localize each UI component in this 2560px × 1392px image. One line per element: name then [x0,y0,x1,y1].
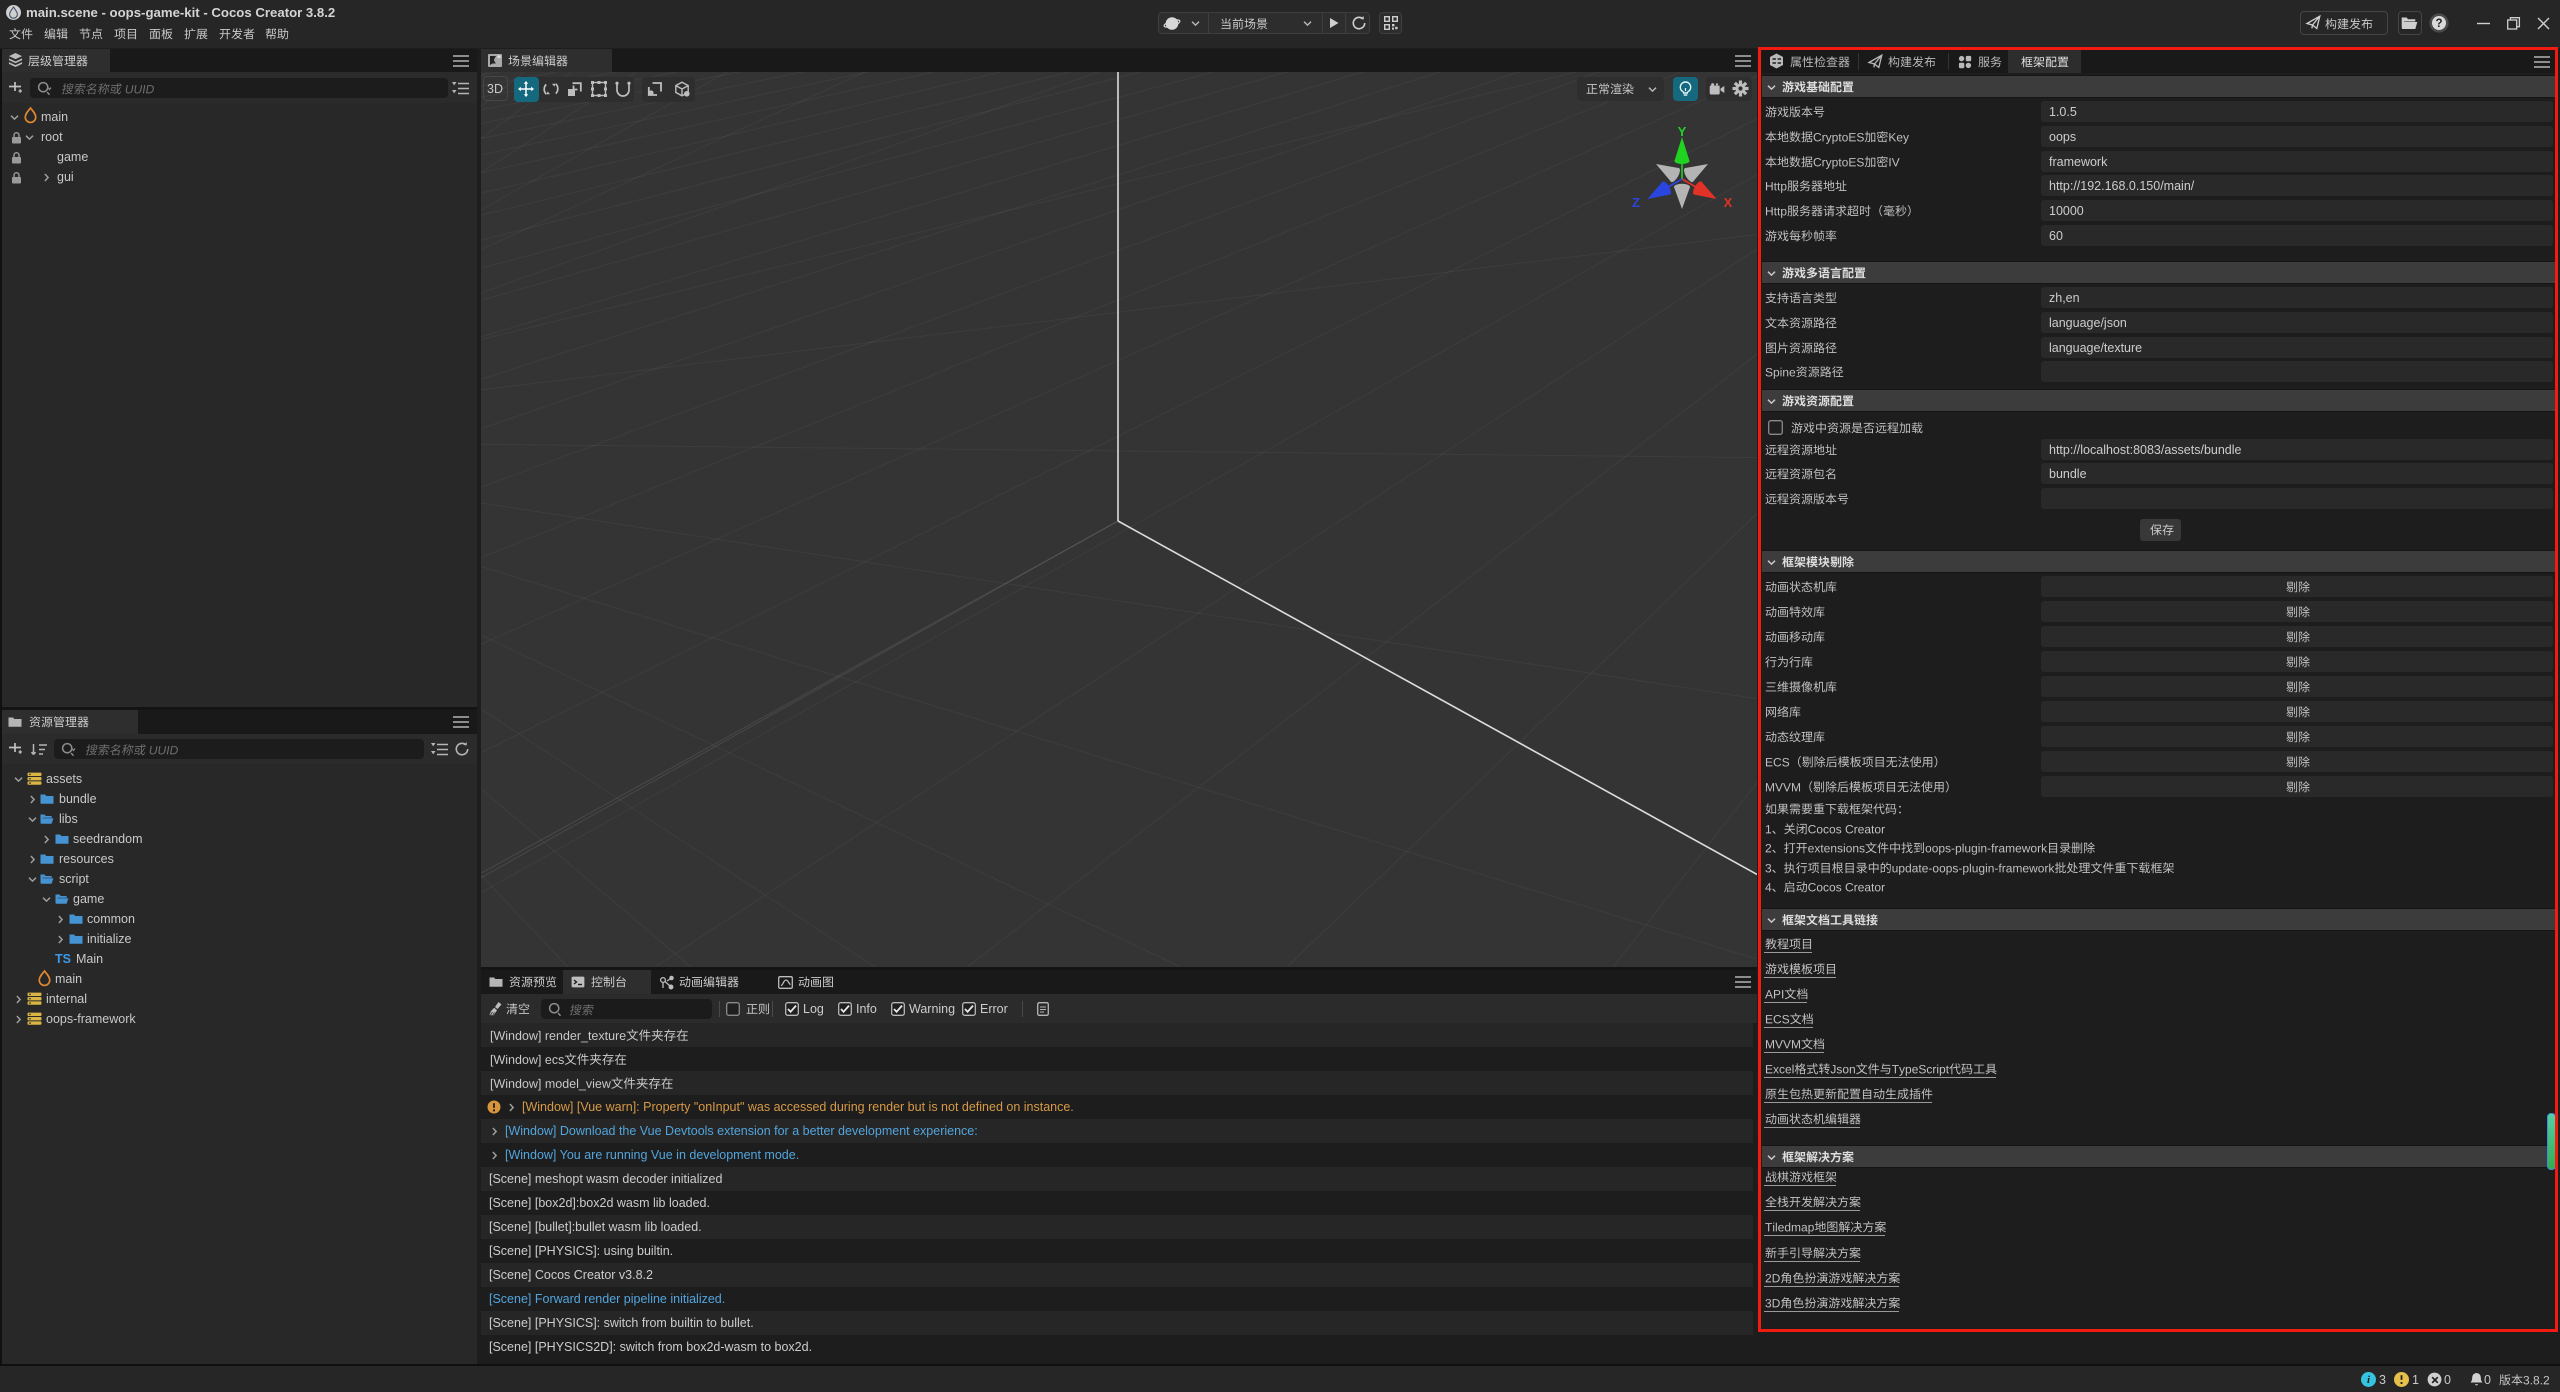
svg-text:?: ? [2435,18,2442,30]
svg-text:Y: Y [1678,124,1687,139]
svg-text:Z: Z [1632,195,1640,210]
svg-text:X: X [1724,195,1733,210]
